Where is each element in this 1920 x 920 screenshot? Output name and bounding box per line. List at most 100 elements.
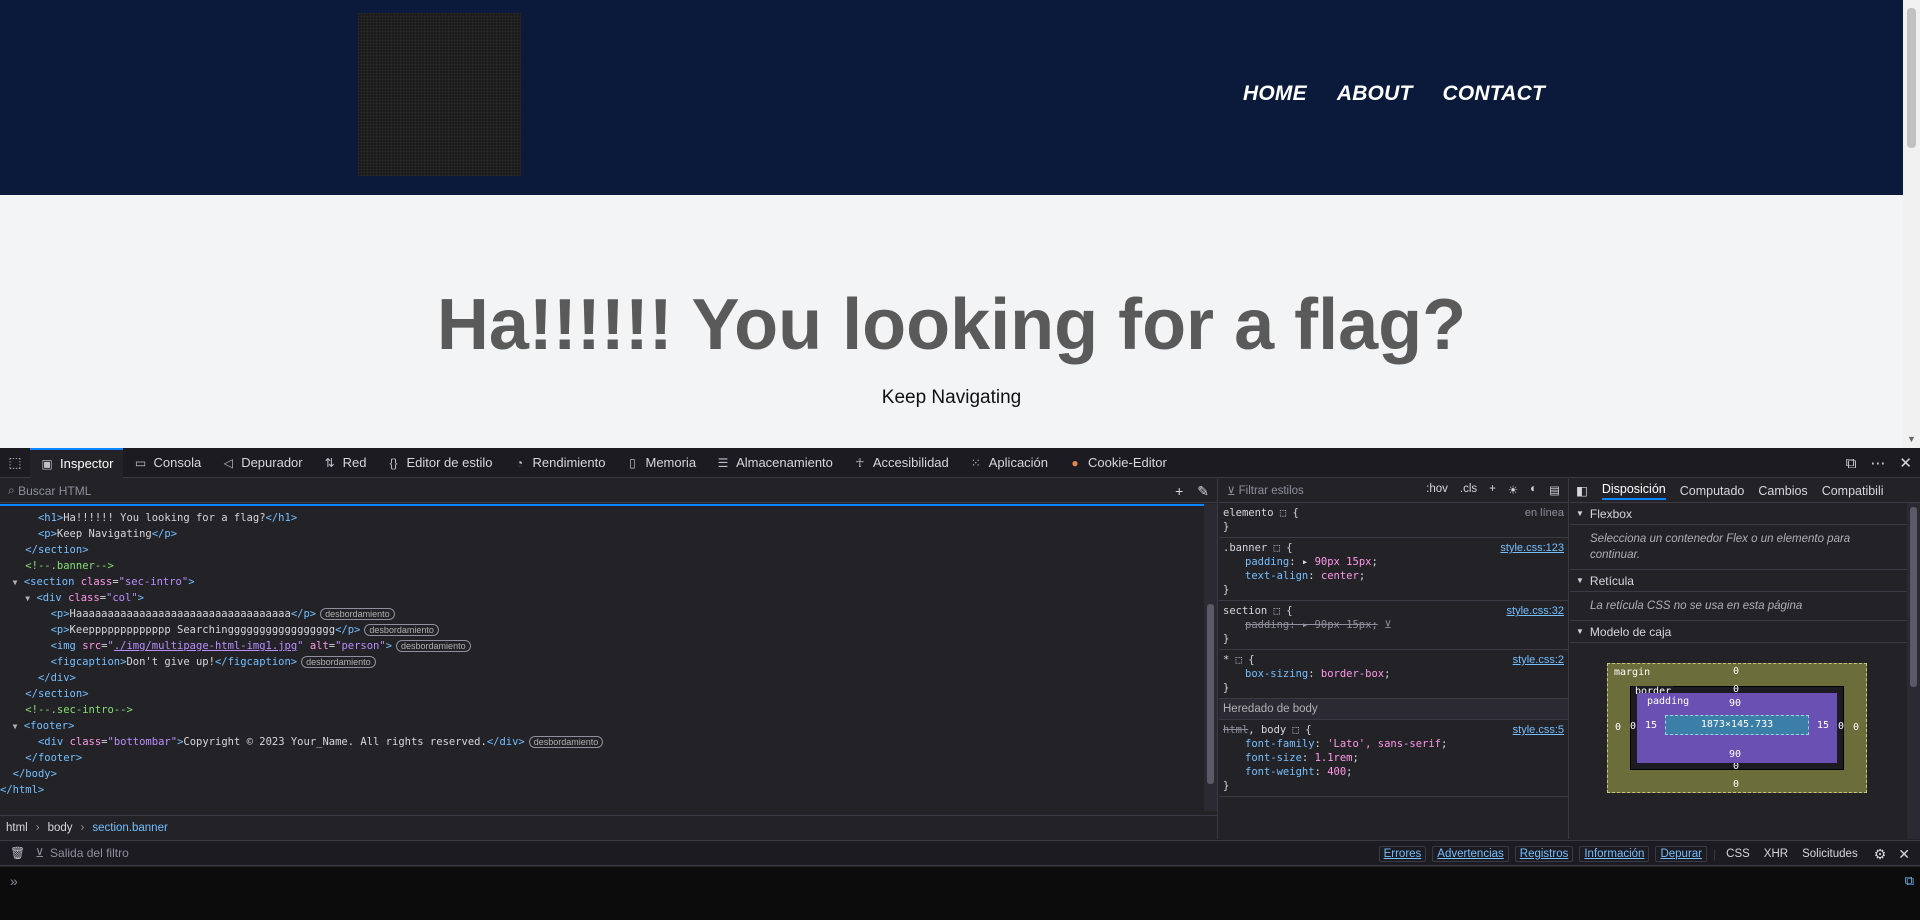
tree-line[interactable]: </html> (0, 782, 1205, 798)
tree-line[interactable]: <p>Keeppppppppppppp Searchingggggggggggg… (0, 622, 1205, 638)
page-scrollbar-thumb[interactable] (1907, 8, 1916, 148)
html-search-bar[interactable]: ⌕ Buscar HTML + ✎ (0, 479, 1217, 503)
scroll-down-arrow-icon[interactable]: ▼ (1907, 434, 1916, 444)
tree-line[interactable]: <h1>Ha!!!!!! You looking for a flag?</h1… (0, 510, 1205, 526)
eyedropper-icon[interactable]: ✎ (1197, 483, 1209, 500)
rule-section[interactable]: section ⬚ {style.css:32 padding: ▸ 90px … (1219, 601, 1568, 650)
tree-line[interactable]: </body> (0, 766, 1205, 782)
tree-line[interactable]: ▼ <div class="col"> (0, 590, 1205, 606)
tree-line[interactable]: <figcaption>Don't give up!</figcaption> d… (0, 654, 1205, 670)
level-warnings[interactable]: Advertencias (1432, 846, 1509, 862)
tab-performance[interactable]: ◔ Rendimiento (502, 448, 615, 478)
console-input[interactable]: » ⧉ (0, 867, 1920, 920)
light-mode-icon[interactable]: ☀ (1508, 483, 1518, 497)
console-filter[interactable]: ⊻ Salida del filtro (35, 846, 129, 860)
border-right-value[interactable]: 0 (1838, 721, 1844, 732)
tab-changes[interactable]: Cambios (1758, 484, 1807, 498)
tree-line[interactable]: <p>Haaaaaaaaaaaaaaaaaaaaaaaaaaaaaaaaaa</… (0, 606, 1205, 622)
rule-source-link[interactable]: style.css:5 (1513, 723, 1564, 737)
tree-line[interactable]: </footer> (0, 750, 1205, 766)
add-node-icon[interactable]: + (1175, 483, 1183, 500)
tab-compatibility[interactable]: Compatibili (1822, 484, 1884, 498)
tab-debugger[interactable]: ◁ Depurador (211, 448, 312, 478)
trash-icon[interactable]: 🗑 (10, 846, 25, 860)
breadcrumb-item[interactable]: html (6, 822, 28, 834)
layout-scrollbar-thumb[interactable] (1910, 507, 1917, 687)
close-console-icon[interactable]: ✕ (1898, 846, 1910, 863)
tab-console[interactable]: ▭ Consola (123, 448, 211, 478)
layout-scrollbar[interactable] (1907, 503, 1920, 839)
filter-requests[interactable]: Solicitudes (1798, 847, 1862, 861)
console-filter-input[interactable]: Salida del filtro (50, 846, 129, 860)
nav-contact-link[interactable]: CONTACT (1443, 82, 1546, 106)
markup-scrollbar-thumb[interactable] (1207, 604, 1214, 784)
gear-icon[interactable]: ⚙ (1874, 846, 1887, 863)
rule-banner[interactable]: .banner ⬚ {style.css:123 padding: ▸ 90px… (1219, 538, 1568, 601)
margin-bottom-value[interactable]: 0 (1733, 779, 1739, 790)
element-picker-icon[interactable]: ⬚ (0, 448, 30, 478)
flexbox-section-header[interactable]: ▼ Flexbox (1570, 503, 1920, 525)
add-rule-icon[interactable]: + (1489, 483, 1496, 497)
tab-network[interactable]: ⇅ Red (313, 448, 377, 478)
tab-style-editor[interactable]: {} Editor de estilo (376, 448, 502, 478)
rule-source-link[interactable]: style.css:123 (1500, 541, 1564, 555)
rule-source-link[interactable]: style.css:32 (1507, 604, 1564, 618)
rules-filter-bar[interactable]: ⊻ Filtrar estilos :hov .cls + ☀ ◐ ▤ (1219, 479, 1568, 503)
more-options-icon[interactable]: ⋯ (1870, 454, 1885, 472)
close-devtools-icon[interactable]: ✕ (1899, 454, 1912, 472)
filter-css[interactable]: CSS (1722, 847, 1754, 861)
site-logo[interactable] (358, 13, 521, 176)
level-debug[interactable]: Depurar (1655, 846, 1708, 862)
panel-toggle-icon[interactable]: ◧ (1576, 483, 1588, 498)
split-console-icon[interactable]: ⧉ (1905, 873, 1914, 889)
margin-left-value[interactable]: 0 (1615, 722, 1621, 733)
html-search-input[interactable]: Buscar HTML (18, 484, 91, 498)
dock-side-icon[interactable]: ⧉ (1846, 455, 1857, 472)
rules-filter-input[interactable]: Filtrar estilos (1239, 485, 1304, 497)
tab-storage[interactable]: ☰ Almacenamiento (706, 448, 843, 478)
rule-body[interactable]: html, body ⬚ {style.css:5 font-family: '… (1219, 720, 1568, 797)
nav-home-link[interactable]: HOME (1243, 82, 1307, 106)
rule-universal[interactable]: * ⬚ {style.css:2 box-sizing: border-box;… (1219, 650, 1568, 699)
boxmodel-section-header[interactable]: ▼ Modelo de caja (1570, 621, 1920, 643)
tree-line[interactable]: <p>Keep Navigating</p> (0, 526, 1205, 542)
border-left-value[interactable]: 0 (1630, 721, 1636, 732)
nav-about-link[interactable]: ABOUT (1337, 82, 1413, 106)
tree-line[interactable]: <img src="./img/multipage-html-img1.jpg"… (0, 638, 1205, 654)
padding-top-value[interactable]: 90 (1729, 698, 1741, 709)
tree-line[interactable]: ▼ <footer> (0, 718, 1205, 734)
tree-line[interactable]: </section> (0, 542, 1205, 558)
markup-scrollbar[interactable] (1204, 504, 1217, 811)
tab-accessibility[interactable]: ☥ Accesibilidad (843, 448, 959, 478)
tree-line[interactable]: <div class="bottombar">Copyright © 2023 … (0, 734, 1205, 750)
tree-line[interactable]: </div> (0, 670, 1205, 686)
tab-memory[interactable]: ▯ Memoria (615, 448, 706, 478)
margin-right-value[interactable]: 0 (1853, 722, 1859, 733)
tab-application[interactable]: ⁙ Aplicación (959, 448, 1058, 478)
tree-line[interactable]: </section> (0, 686, 1205, 702)
tab-computed[interactable]: Computado (1680, 484, 1745, 498)
level-errors[interactable]: Errores (1378, 846, 1427, 862)
grid-section-header[interactable]: ▼ Retícula (1570, 570, 1920, 592)
level-logs[interactable]: Registros (1514, 846, 1574, 862)
breadcrumb-item[interactable]: body (48, 822, 73, 834)
breadcrumb-item-current[interactable]: section.banner (92, 822, 167, 834)
tab-layout[interactable]: Disposición (1601, 482, 1666, 500)
tab-cookie-editor[interactable]: ● Cookie-Editor (1058, 448, 1177, 478)
margin-top-value[interactable]: 0 (1733, 666, 1739, 677)
rule-source-link[interactable]: style.css:2 (1513, 653, 1564, 667)
cls-toggle[interactable]: .cls (1460, 483, 1477, 497)
padding-left-value[interactable]: 15 (1645, 720, 1657, 731)
rule-element[interactable]: elemento ⬚ {en línea} (1219, 503, 1568, 538)
hov-toggle[interactable]: :hov (1426, 483, 1448, 497)
html-tree[interactable]: <h1>Ha!!!!!! You looking for a flag?</h1… (0, 504, 1205, 811)
print-media-icon[interactable]: ▤ (1549, 483, 1560, 497)
tree-line[interactable]: ▼ <section class="sec-intro"> (0, 574, 1205, 590)
tab-inspector[interactable]: ▣ Inspector (30, 447, 124, 478)
page-scrollbar[interactable]: ▼ (1903, 0, 1920, 448)
tree-line[interactable]: <!--.banner--> (0, 558, 1205, 574)
level-info[interactable]: Información (1579, 846, 1650, 862)
padding-right-value[interactable]: 15 (1817, 720, 1829, 731)
padding-bottom-value[interactable]: 90 (1729, 749, 1741, 760)
filter-xhr[interactable]: XHR (1760, 847, 1792, 861)
